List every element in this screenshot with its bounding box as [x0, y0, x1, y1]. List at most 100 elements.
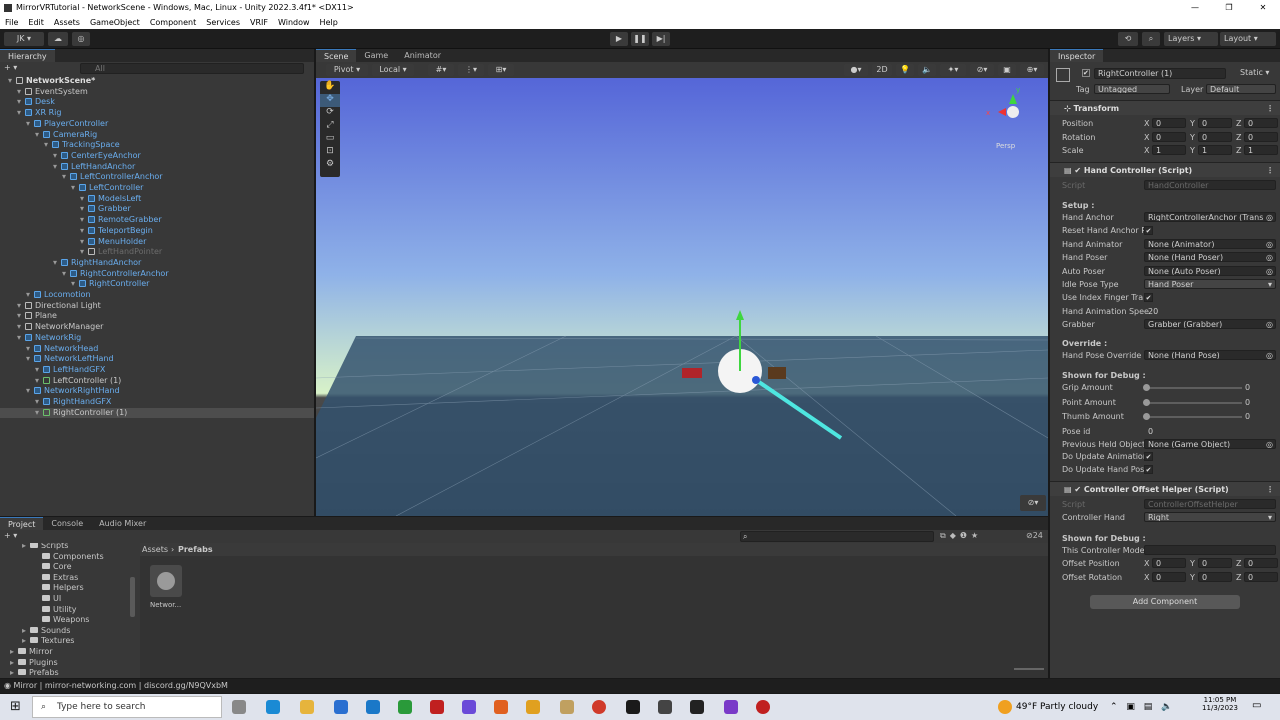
slider-value[interactable]: 0: [1245, 397, 1250, 408]
field-value[interactable]: 0: [1144, 426, 1276, 436]
object-picker-icon[interactable]: ◎: [1266, 320, 1273, 328]
slider-value[interactable]: 0: [1245, 382, 1250, 393]
create-asset-button[interactable]: + ▾: [4, 531, 17, 540]
folder-item[interactable]: ▸ Textures: [22, 636, 74, 647]
object-picker-icon[interactable]: ◎: [1266, 440, 1273, 448]
hierarchy-row[interactable]: ▾ LeftHandPointer: [0, 247, 314, 258]
expand-arrow-icon[interactable]: ▾: [71, 183, 79, 194]
vector-x-field[interactable]: 0: [1152, 131, 1186, 142]
folder-item[interactable]: Core: [34, 562, 72, 573]
field-value[interactable]: None (Hand Pose) ◎: [1144, 350, 1276, 360]
tab-game[interactable]: Game: [356, 49, 396, 62]
expand-arrow-icon[interactable]: ▾: [17, 301, 25, 312]
static-toggle[interactable]: Static ▾: [1240, 68, 1269, 77]
hierarchy-row[interactable]: ▾ RightHandAnchor: [0, 258, 314, 269]
tab-scene[interactable]: Scene: [316, 49, 357, 62]
notifications-icon[interactable]: ▭: [1252, 700, 1261, 711]
menu-assets[interactable]: Assets: [49, 16, 85, 29]
hierarchy-row[interactable]: ▾ RightHandGFX: [0, 397, 314, 408]
account-dropdown[interactable]: JK ▾: [4, 32, 44, 46]
hand-controller-header[interactable]: ▤ ✔ Hand Controller (Script) ⋮: [1050, 162, 1280, 177]
expand-arrow-icon[interactable]: ▾: [35, 376, 43, 387]
hierarchy-row[interactable]: ▾ RemoteGrabber: [0, 215, 314, 226]
file-explorer-icon[interactable]: [300, 700, 314, 714]
folder-scrollbar[interactable]: [130, 577, 135, 617]
hierarchy-row[interactable]: ▾ LeftHandGFX: [0, 365, 314, 376]
folder-item[interactable]: Weapons: [34, 615, 89, 626]
folder-item[interactable]: Extras: [34, 573, 78, 584]
tab-audio-mixer[interactable]: Audio Mixer: [91, 517, 154, 530]
expand-arrow-icon[interactable]: ▾: [80, 247, 88, 258]
add-object-button[interactable]: + ▾: [4, 63, 18, 74]
expand-arrow-icon[interactable]: ▾: [17, 322, 25, 333]
tab-project[interactable]: Project: [0, 517, 44, 530]
hierarchy-row[interactable]: ▾ RightController: [0, 279, 314, 290]
close-button[interactable]: ✕: [1246, 0, 1280, 16]
layer-dropdown[interactable]: Default: [1206, 84, 1276, 94]
hierarchy-row[interactable]: ▾ TrackingSpace: [0, 140, 314, 151]
controller-mode-field[interactable]: [1144, 545, 1276, 555]
folder-item[interactable]: ▸ Sounds: [22, 626, 70, 637]
expand-arrow-icon[interactable]: ▾: [35, 130, 43, 141]
pivot-dropdown[interactable]: Pivot ▾: [326, 64, 368, 76]
folder-item[interactable]: UI: [34, 594, 61, 605]
right-hand-model[interactable]: [768, 367, 786, 379]
maximize-button[interactable]: ❐: [1212, 0, 1246, 16]
lighting-icon[interactable]: 💡: [896, 64, 914, 76]
thumbnail-size-slider[interactable]: [1014, 668, 1044, 670]
vector-y-field[interactable]: 0: [1198, 131, 1232, 142]
expand-arrow-icon[interactable]: ▾: [35, 365, 43, 376]
hierarchy-row[interactable]: ▾ NetworkHead: [0, 344, 314, 355]
custom-tool-icon[interactable]: ⚙: [320, 159, 340, 172]
hierarchy-row[interactable]: ▾ RightController (1): [0, 407, 314, 419]
field-value[interactable]: None (Game Object) ◎: [1144, 438, 1276, 449]
vector-y-field[interactable]: 0: [1198, 118, 1232, 128]
cloud-icon[interactable]: ☁: [48, 32, 68, 46]
weather-temp[interactable]: 49°F: [1016, 702, 1037, 712]
weather-icon[interactable]: [998, 700, 1012, 714]
slider-handle[interactable]: [1143, 398, 1150, 406]
object-picker-icon[interactable]: ◎: [1266, 213, 1273, 221]
hierarchy-row[interactable]: ▾ XR Rig: [0, 108, 314, 119]
slider-handle[interactable]: [1143, 413, 1150, 420]
menu-help[interactable]: Help: [315, 16, 343, 29]
expand-arrow-icon[interactable]: ▾: [62, 172, 70, 183]
expand-arrow-icon[interactable]: ▾: [26, 119, 34, 130]
hierarchy-row[interactable]: ▾ ModelsLeft: [0, 194, 314, 205]
vector-x-field[interactable]: 0: [1152, 558, 1186, 568]
hand-tool-icon[interactable]: ✋: [320, 81, 340, 94]
windows-start-icon[interactable]: ⊞: [10, 700, 24, 714]
hierarchy-row[interactable]: ▾ PlayerController: [0, 119, 314, 130]
vector-y-field[interactable]: 0: [1198, 558, 1232, 568]
folder-item[interactable]: ▸ Mirror: [10, 647, 53, 658]
active-checkbox[interactable]: ✔: [1082, 69, 1090, 77]
prefab-thumbnail[interactable]: [150, 565, 182, 597]
expand-arrow-icon[interactable]: ▾: [17, 108, 25, 119]
hidden-packages-count[interactable]: ⊘24: [1026, 531, 1043, 540]
component-menu-icon[interactable]: ⋮: [1266, 163, 1274, 178]
slider-value[interactable]: 0: [1245, 411, 1250, 422]
rotate-tool-icon[interactable]: ⟳: [320, 107, 340, 120]
hierarchy-row[interactable]: ▾ LeftController: [0, 183, 314, 194]
hierarchy-row[interactable]: ▾ NetworkScene*: [0, 76, 314, 87]
expand-arrow-icon[interactable]: ▾: [53, 162, 61, 173]
unity-hub-icon[interactable]: [658, 700, 672, 714]
vector-x-field[interactable]: 0: [1152, 571, 1186, 582]
hierarchy-row[interactable]: ▾ Locomotion: [0, 290, 314, 301]
oculus-icon[interactable]: [626, 700, 640, 714]
expand-arrow-icon[interactable]: ▾: [53, 151, 61, 162]
expand-arrow-icon[interactable]: ▾: [17, 87, 25, 98]
system-tray-icons[interactable]: ⌃ ▣ ▤ 🔈: [1110, 702, 1175, 712]
menu-edit[interactable]: Edit: [23, 16, 49, 29]
hierarchy-row[interactable]: ▾ LeftControllerAnchor: [0, 172, 314, 183]
app-icon-orange[interactable]: [526, 700, 540, 714]
hierarchy-row[interactable]: ▾ NetworkLeftHand: [0, 354, 314, 365]
expand-arrow-icon[interactable]: ▾: [17, 311, 25, 322]
gizmo-z-handle[interactable]: [752, 376, 760, 384]
taskbar-search-input[interactable]: ⌕ Type here to search: [32, 696, 222, 718]
add-component-button[interactable]: Add Component: [1090, 595, 1240, 609]
object-picker-icon[interactable]: ◎: [1266, 253, 1273, 261]
hierarchy-row[interactable]: ▾ NetworkRig: [0, 333, 314, 344]
expand-arrow-icon[interactable]: ▾: [80, 194, 88, 205]
clock[interactable]: 11:05 PM 11/3/2023: [1198, 696, 1242, 712]
